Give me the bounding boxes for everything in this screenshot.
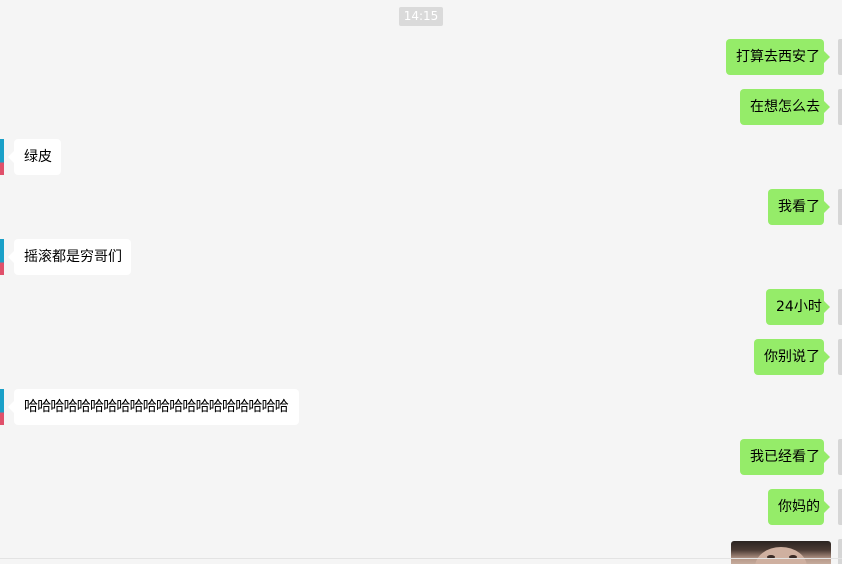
chat-message-area[interactable]: 14:15 打算去西安了 在想怎么去 绿皮 我看了 摇滚都是穷哥们 24小时 你… bbox=[0, 0, 842, 564]
message-bubble-outgoing[interactable]: 你别说了 bbox=[754, 339, 830, 375]
message-bubble-outgoing[interactable]: 打算去西安了 bbox=[726, 39, 830, 75]
my-avatar[interactable] bbox=[838, 39, 842, 75]
my-avatar[interactable] bbox=[838, 189, 842, 225]
contact-avatar[interactable] bbox=[0, 139, 4, 175]
input-area-divider bbox=[0, 558, 842, 559]
my-avatar[interactable] bbox=[838, 539, 842, 564]
message-row-outgoing: 我看了 bbox=[0, 189, 842, 225]
message-bubble-outgoing[interactable]: 我已经看了 bbox=[740, 439, 830, 475]
message-row-incoming: 绿皮 bbox=[0, 139, 842, 175]
contact-avatar[interactable] bbox=[0, 239, 4, 275]
my-avatar[interactable] bbox=[838, 339, 842, 375]
my-avatar[interactable] bbox=[838, 89, 842, 125]
message-bubble-outgoing[interactable]: 你妈的 bbox=[768, 489, 830, 525]
message-row-outgoing: 打算去西安了 bbox=[0, 39, 842, 75]
message-bubble-outgoing[interactable]: 24小时 bbox=[766, 289, 830, 325]
photo-thumbnail-icon bbox=[755, 547, 807, 564]
message-bubble-outgoing[interactable]: 在想怎么去 bbox=[740, 89, 830, 125]
message-row-incoming: 哈哈哈哈哈哈哈哈哈哈哈哈哈哈哈哈哈哈哈哈 bbox=[0, 389, 842, 425]
my-avatar[interactable] bbox=[838, 289, 842, 325]
message-row-outgoing: 你妈的 bbox=[0, 489, 842, 525]
message-row-outgoing: 24小时 bbox=[0, 289, 842, 325]
message-row-outgoing: 在想怎么去 bbox=[0, 89, 842, 125]
message-row-incoming: 摇滚都是穷哥们 bbox=[0, 239, 842, 275]
my-avatar[interactable] bbox=[838, 489, 842, 525]
message-bubble-incoming[interactable]: 哈哈哈哈哈哈哈哈哈哈哈哈哈哈哈哈哈哈哈哈 bbox=[8, 389, 299, 425]
message-timestamp: 14:15 bbox=[399, 7, 443, 26]
contact-avatar[interactable] bbox=[0, 389, 4, 425]
my-avatar[interactable] bbox=[838, 439, 842, 475]
message-bubble-incoming[interactable]: 绿皮 bbox=[8, 139, 61, 175]
image-message[interactable] bbox=[731, 541, 831, 564]
message-row-outgoing: 我已经看了 bbox=[0, 439, 842, 475]
message-bubble-incoming[interactable]: 摇滚都是穷哥们 bbox=[8, 239, 131, 275]
message-bubble-outgoing[interactable]: 我看了 bbox=[768, 189, 830, 225]
message-row-outgoing: 你别说了 bbox=[0, 339, 842, 375]
